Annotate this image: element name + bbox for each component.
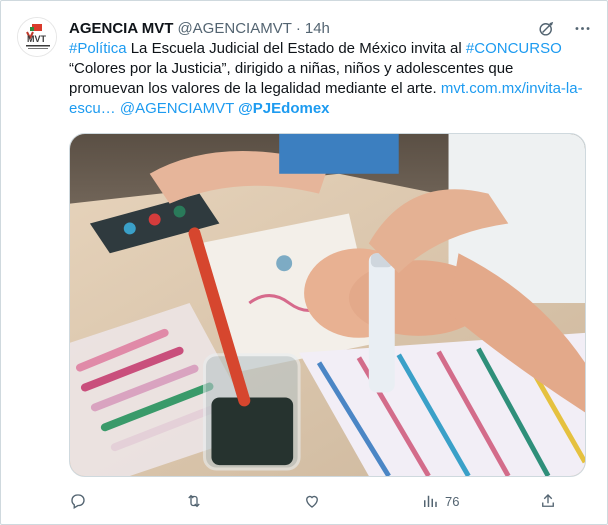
retweet-icon bbox=[188, 494, 200, 508]
retweet-button[interactable] bbox=[185, 492, 203, 510]
mention-agenciamvt[interactable]: @AGENCIAMVT bbox=[120, 100, 234, 117]
avatar[interactable]: MVT bbox=[17, 17, 57, 57]
like-button[interactable] bbox=[303, 492, 321, 510]
tweet-card[interactable]: MVT AGENCIA MVT @AGENCIAMVT · 14h #Polít… bbox=[0, 0, 608, 525]
reply-button[interactable] bbox=[69, 492, 87, 510]
more-icon[interactable] bbox=[571, 17, 593, 39]
hashtag-concurso[interactable]: #CONCURSO bbox=[466, 40, 562, 57]
tweet-text-part1: La Escuela Judicial del Estado de México… bbox=[126, 40, 466, 57]
tweet-media-image[interactable] bbox=[69, 133, 586, 477]
tweet-text: #Política La Escuela Judicial del Estado… bbox=[69, 39, 591, 119]
views-button[interactable]: 76 bbox=[421, 492, 459, 510]
share-button[interactable] bbox=[539, 492, 557, 510]
like-icon bbox=[306, 495, 318, 508]
mvt-logo: MVT bbox=[18, 18, 56, 56]
mention-pjedomex[interactable]: @PJEdomex bbox=[238, 100, 329, 117]
tweet-header: AGENCIA MVT @AGENCIAMVT · 14h bbox=[69, 17, 593, 39]
tweet-actions: 76 bbox=[69, 487, 586, 515]
hashtag-politica[interactable]: #Política bbox=[69, 40, 127, 57]
author-handle[interactable]: @AGENCIAMVT bbox=[177, 20, 291, 37]
separator-dot: · bbox=[295, 19, 301, 37]
reply-icon bbox=[71, 494, 85, 509]
avatar-logo-text: MVT bbox=[27, 34, 47, 44]
children-painting-photo bbox=[70, 134, 585, 476]
tweet-time[interactable]: 14h bbox=[305, 20, 330, 37]
grok-icon[interactable] bbox=[535, 17, 557, 39]
views-count: 76 bbox=[445, 493, 460, 509]
views-icon bbox=[424, 495, 437, 507]
share-icon bbox=[542, 494, 554, 507]
author-name[interactable]: AGENCIA MVT bbox=[69, 20, 173, 37]
